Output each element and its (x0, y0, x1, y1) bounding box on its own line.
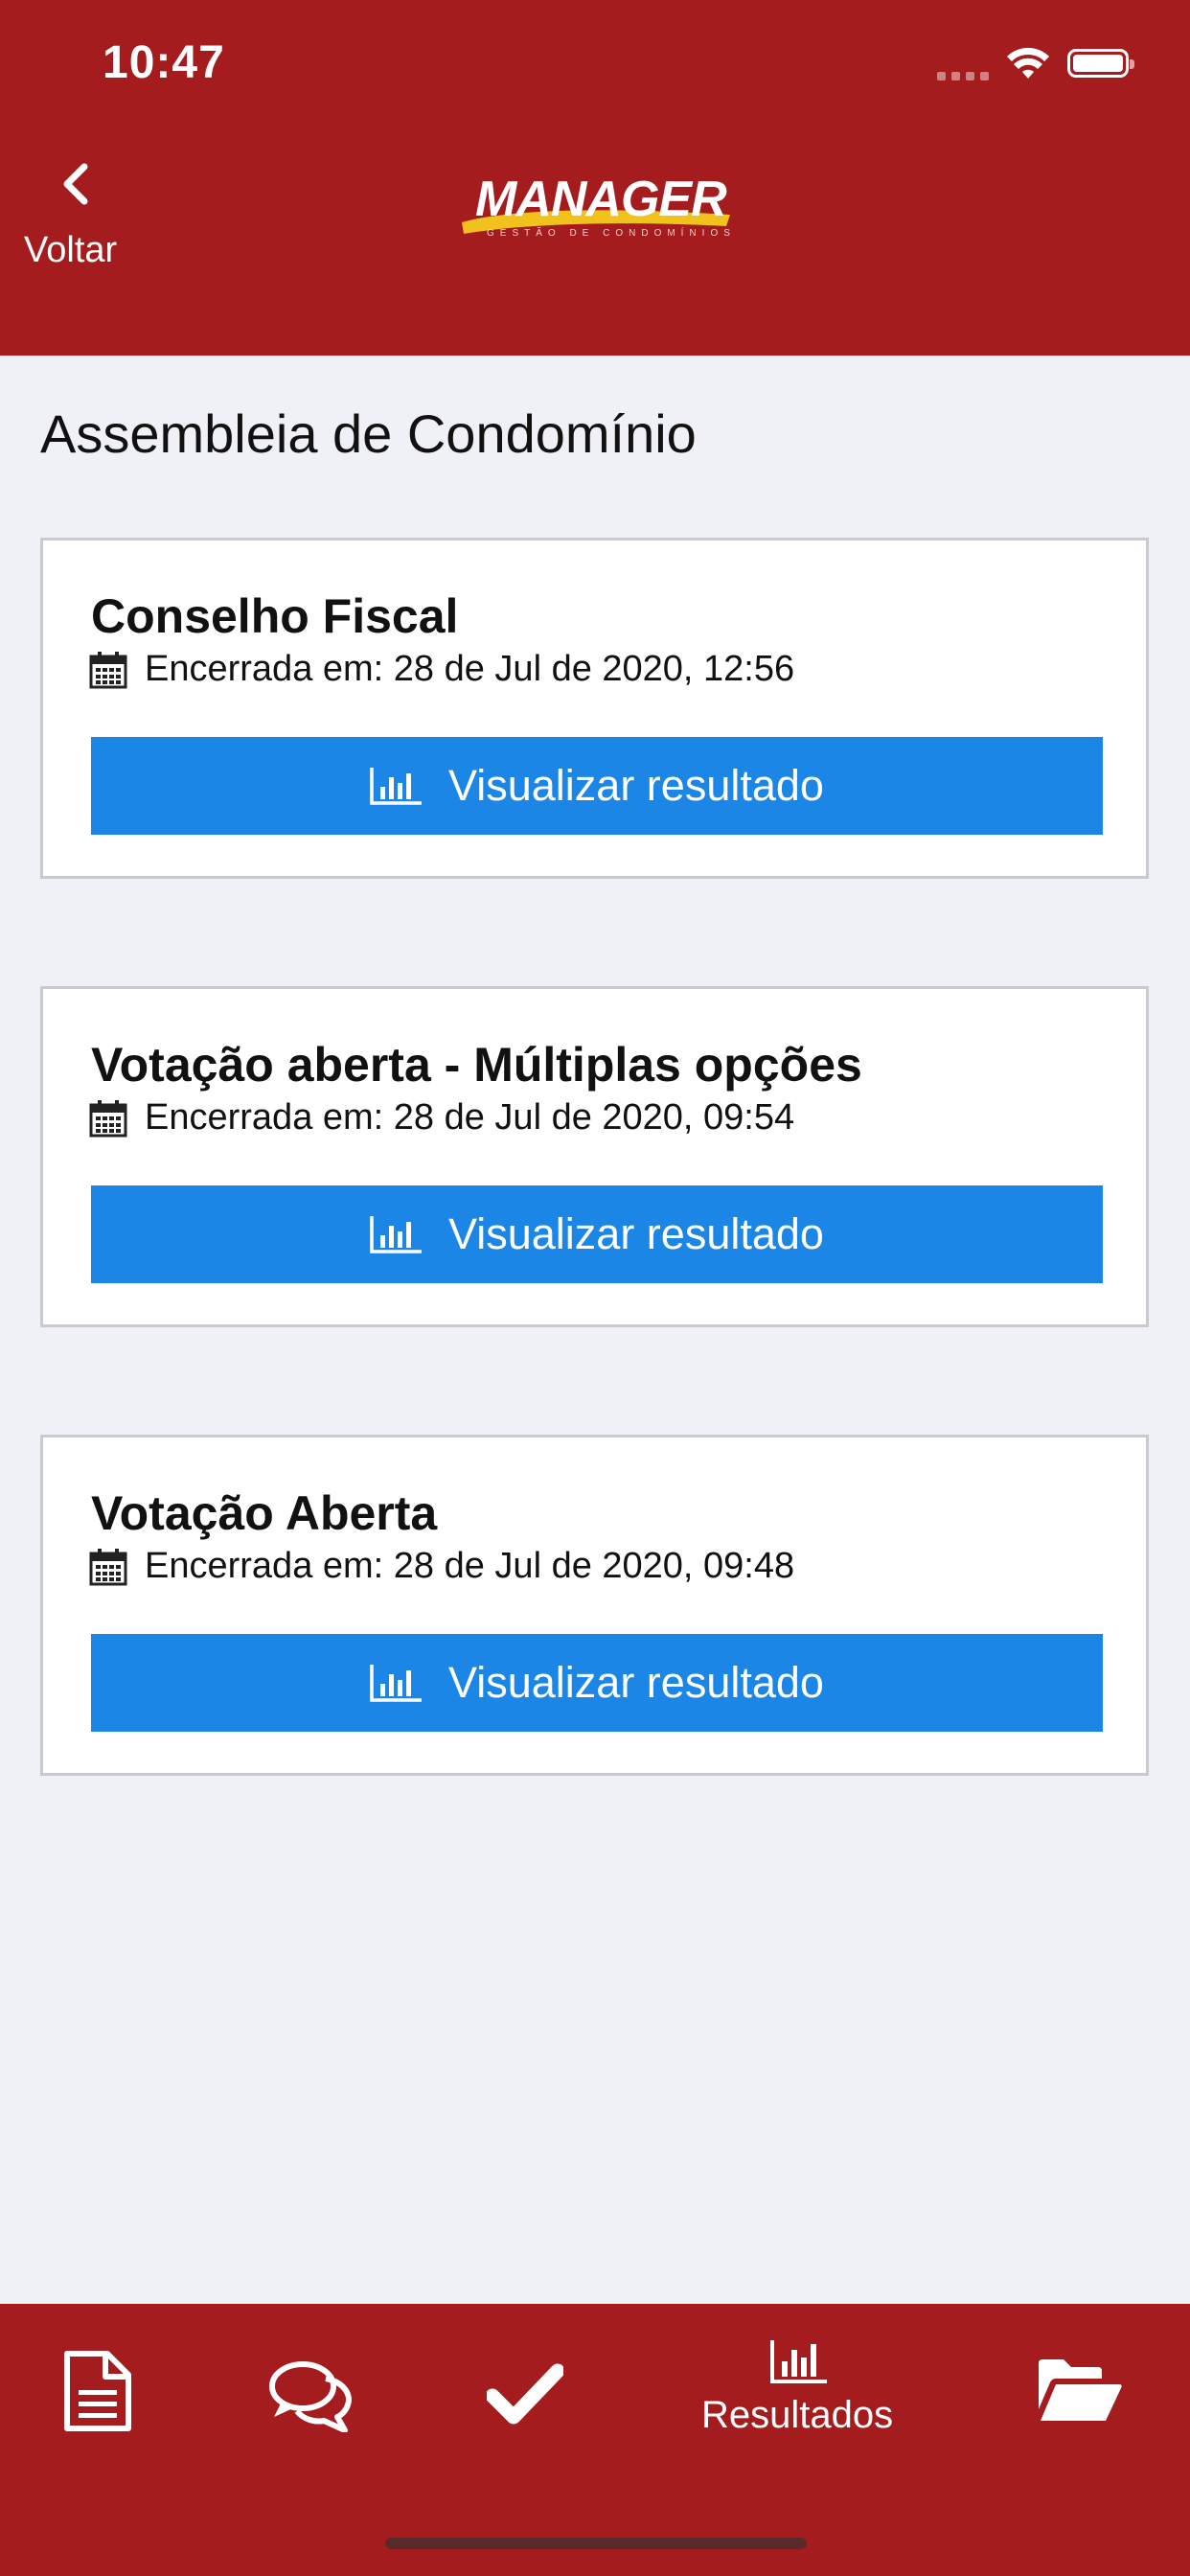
manager-logo: MANAGER GESTÃO DE CONDOMÍNIOS (452, 171, 740, 249)
card-date: Encerrada em: 28 de Jul de 2020, 09:48 (145, 1546, 795, 1586)
card-date: Encerrada em: 28 de Jul de 2020, 09:54 (145, 1097, 795, 1138)
view-result-button[interactable]: Visualizar resultado (91, 1634, 1103, 1732)
assembly-card: Conselho Fiscal Encerrada em: 28 de Jul … (40, 538, 1149, 879)
view-result-label: Visualizar resultado (448, 1209, 824, 1258)
view-result-button[interactable]: Visualizar resultado (91, 1185, 1103, 1283)
calendar-icon (89, 1099, 127, 1137)
check-icon (485, 2363, 565, 2425)
tab-results[interactable]: Resultados (690, 2338, 910, 2444)
status-time: 10:47 (103, 37, 225, 88)
calendar-icon (89, 651, 127, 688)
chat-icon (269, 2361, 352, 2433)
tab-votes[interactable] (485, 2361, 565, 2425)
card-title: Votação Aberta (91, 1486, 438, 1540)
chevron-left-icon (63, 163, 88, 205)
card-title: Conselho Fiscal (91, 589, 459, 643)
app-header: 10:47 Voltar MANAGER GESTÃO DE CONDOMÍNI… (0, 0, 1190, 356)
battery-icon (1067, 49, 1134, 78)
tab-files[interactable] (1035, 2356, 1123, 2425)
card-title: Votação aberta - Múltiplas opções (91, 1038, 862, 1092)
folder-open-icon (1039, 2359, 1122, 2421)
view-result-label: Visualizar resultado (448, 761, 824, 810)
bar-chart-icon (370, 768, 423, 805)
bar-chart-icon (370, 1216, 423, 1254)
assembly-card: Votação Aberta Encerrada em: 28 de Jul d… (40, 1435, 1149, 1776)
back-button[interactable]: Voltar (21, 153, 155, 278)
tab-documents[interactable] (61, 2350, 138, 2436)
bar-chart-icon (770, 2340, 827, 2383)
calendar-icon (89, 1548, 127, 1585)
bar-chart-icon (370, 1665, 423, 1702)
view-result-label: Visualizar resultado (448, 1658, 824, 1707)
page-title: Assembleia de Condomínio (40, 403, 697, 464)
wifi-icon (1007, 47, 1049, 79)
assembly-card: Votação aberta - Múltiplas opções Encerr… (40, 986, 1149, 1327)
home-indicator (385, 2538, 807, 2549)
status-icons (937, 44, 1134, 82)
cellular-signal-icon (937, 46, 989, 80)
back-label: Voltar (24, 230, 118, 270)
tab-messages[interactable] (268, 2359, 355, 2433)
card-date: Encerrada em: 28 de Jul de 2020, 12:56 (145, 649, 795, 689)
view-result-button[interactable]: Visualizar resultado (91, 737, 1103, 835)
document-icon (64, 2351, 131, 2431)
tab-results-label: Resultados (701, 2394, 894, 2436)
bottom-nav: Resultados (0, 2304, 1190, 2576)
